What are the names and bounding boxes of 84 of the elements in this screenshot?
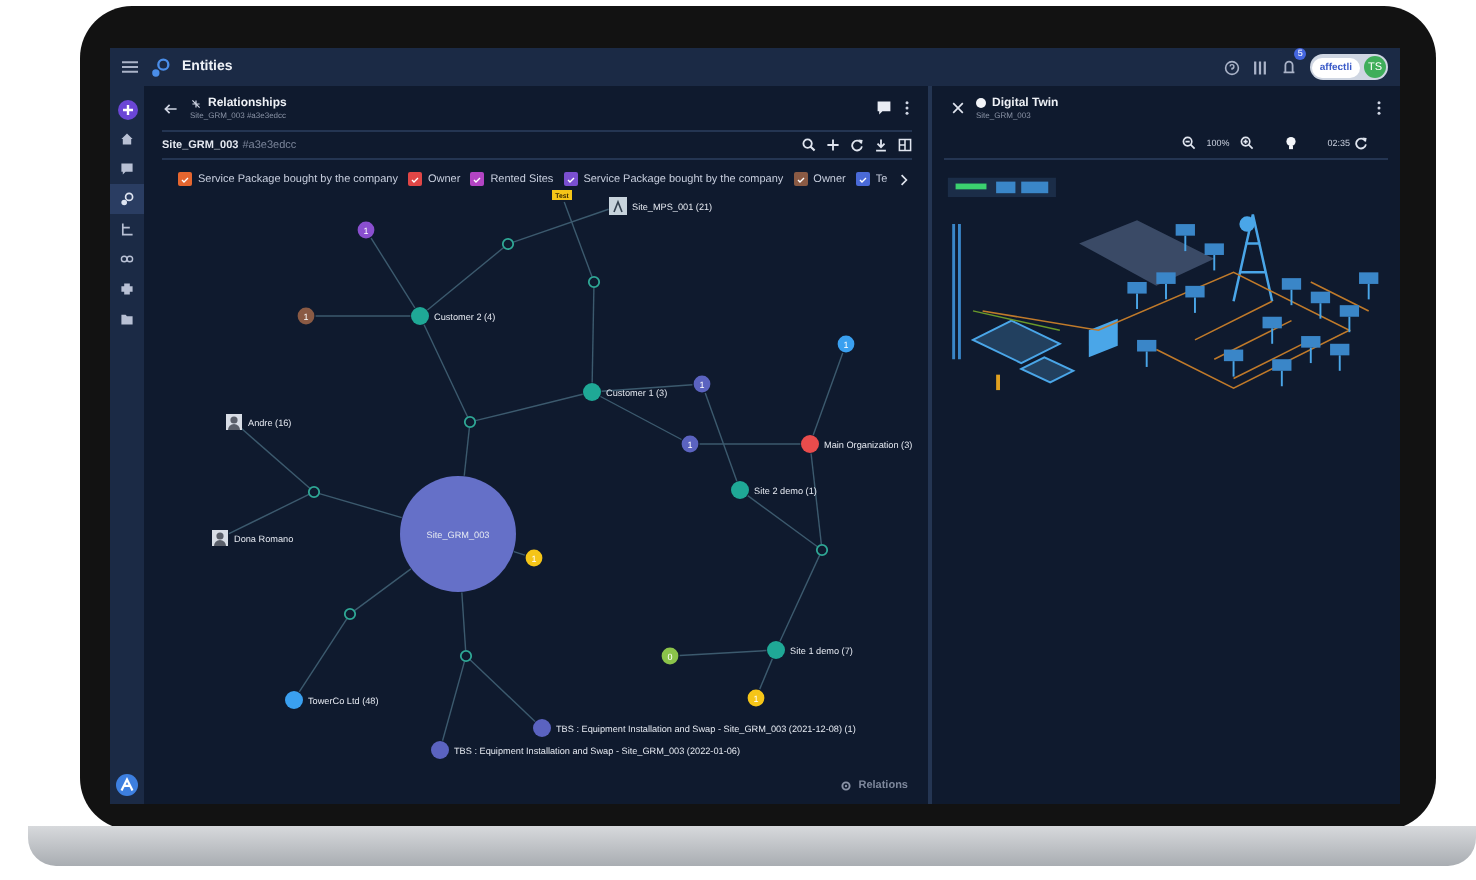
relation-connector [463, 415, 477, 429]
legend-checkbox[interactable] [470, 172, 485, 186]
home-icon [120, 132, 134, 146]
chevron-right-icon[interactable] [899, 173, 908, 185]
search-icon[interactable] [802, 138, 816, 152]
graph-edge [469, 659, 536, 723]
add-icon[interactable] [826, 138, 840, 152]
graph-edge [461, 591, 467, 652]
graph-edge [779, 554, 821, 642]
download-icon[interactable] [874, 138, 888, 152]
graph-node[interactable] [285, 691, 303, 709]
relationships-icon [190, 97, 202, 109]
check-icon [180, 173, 190, 185]
graph-edge [318, 492, 403, 519]
zoom-in-icon[interactable] [1239, 136, 1254, 150]
notification-icon[interactable] [1279, 58, 1298, 76]
chat-icon [120, 162, 134, 176]
graph-edge [240, 427, 311, 489]
graph-node[interactable] [533, 719, 551, 737]
help-icon[interactable] [1223, 59, 1240, 75]
graph-edge [426, 246, 505, 311]
relation-connector [501, 237, 515, 251]
light-bulb-icon[interactable] [1283, 136, 1298, 150]
graph-edge [370, 237, 416, 309]
relation-connector [459, 649, 473, 663]
graph-node[interactable] [767, 641, 785, 659]
check-icon [409, 173, 420, 185]
add-icon [117, 99, 137, 119]
relation-connector [587, 275, 601, 289]
sidebar-item[interactable] [110, 184, 144, 214]
entities-logo-icon [150, 57, 170, 77]
more-icon[interactable] [1376, 100, 1382, 116]
printer-icon [120, 282, 134, 296]
graph-edge [812, 352, 844, 436]
relation-connector [815, 543, 829, 557]
graph-edge [591, 286, 595, 384]
legend-checkbox[interactable] [178, 172, 192, 186]
check-icon [857, 173, 868, 185]
menu-icon[interactable] [122, 60, 138, 74]
refresh-icon[interactable] [1354, 136, 1368, 150]
person-avatar-icon[interactable] [212, 530, 228, 546]
graph-edge [599, 395, 683, 441]
graph-edge [474, 393, 584, 422]
more-icon[interactable] [904, 100, 910, 116]
folder-icon [120, 312, 134, 326]
zoom-out-icon[interactable] [1182, 136, 1197, 150]
graph-edge [298, 618, 348, 693]
graph-node[interactable] [583, 383, 601, 401]
graph-node[interactable] [411, 307, 429, 325]
graph-node[interactable] [731, 481, 749, 499]
check-icon [565, 173, 576, 185]
relations-icon [840, 780, 853, 792]
graph-edge [600, 384, 694, 392]
site-node-icon[interactable] [609, 197, 627, 215]
layout-icon[interactable] [898, 138, 912, 152]
link-icon [120, 254, 134, 264]
back-arrow-icon[interactable] [164, 101, 178, 115]
close-icon[interactable] [952, 102, 964, 114]
graph-edge [463, 426, 471, 477]
graph-edge [353, 568, 412, 612]
graph-edge [423, 324, 469, 418]
graph-edge [441, 660, 466, 742]
graph-node[interactable] [801, 435, 819, 453]
legend-checkbox[interactable] [407, 172, 422, 186]
graph-edge [228, 493, 310, 535]
legend-checkbox[interactable] [793, 172, 808, 186]
legend-checkbox[interactable] [855, 172, 870, 186]
tree-icon [120, 222, 134, 236]
graph-node[interactable] [400, 476, 516, 592]
relation-connector [307, 485, 321, 499]
graph-node[interactable] [431, 741, 449, 759]
check-icon [472, 173, 483, 185]
refresh-icon[interactable] [850, 138, 864, 152]
person-avatar-icon[interactable] [226, 414, 242, 430]
dot-icon [976, 98, 986, 108]
graph-edge [513, 550, 526, 556]
entities-icon [120, 192, 134, 206]
apps-grid-icon[interactable] [1251, 59, 1268, 75]
check-icon [795, 173, 806, 185]
legend-checkbox[interactable] [563, 172, 578, 186]
chat-icon[interactable] [876, 100, 892, 116]
relation-connector [343, 607, 357, 621]
brand-logo-icon[interactable] [116, 774, 138, 796]
graph-edge [314, 315, 412, 317]
